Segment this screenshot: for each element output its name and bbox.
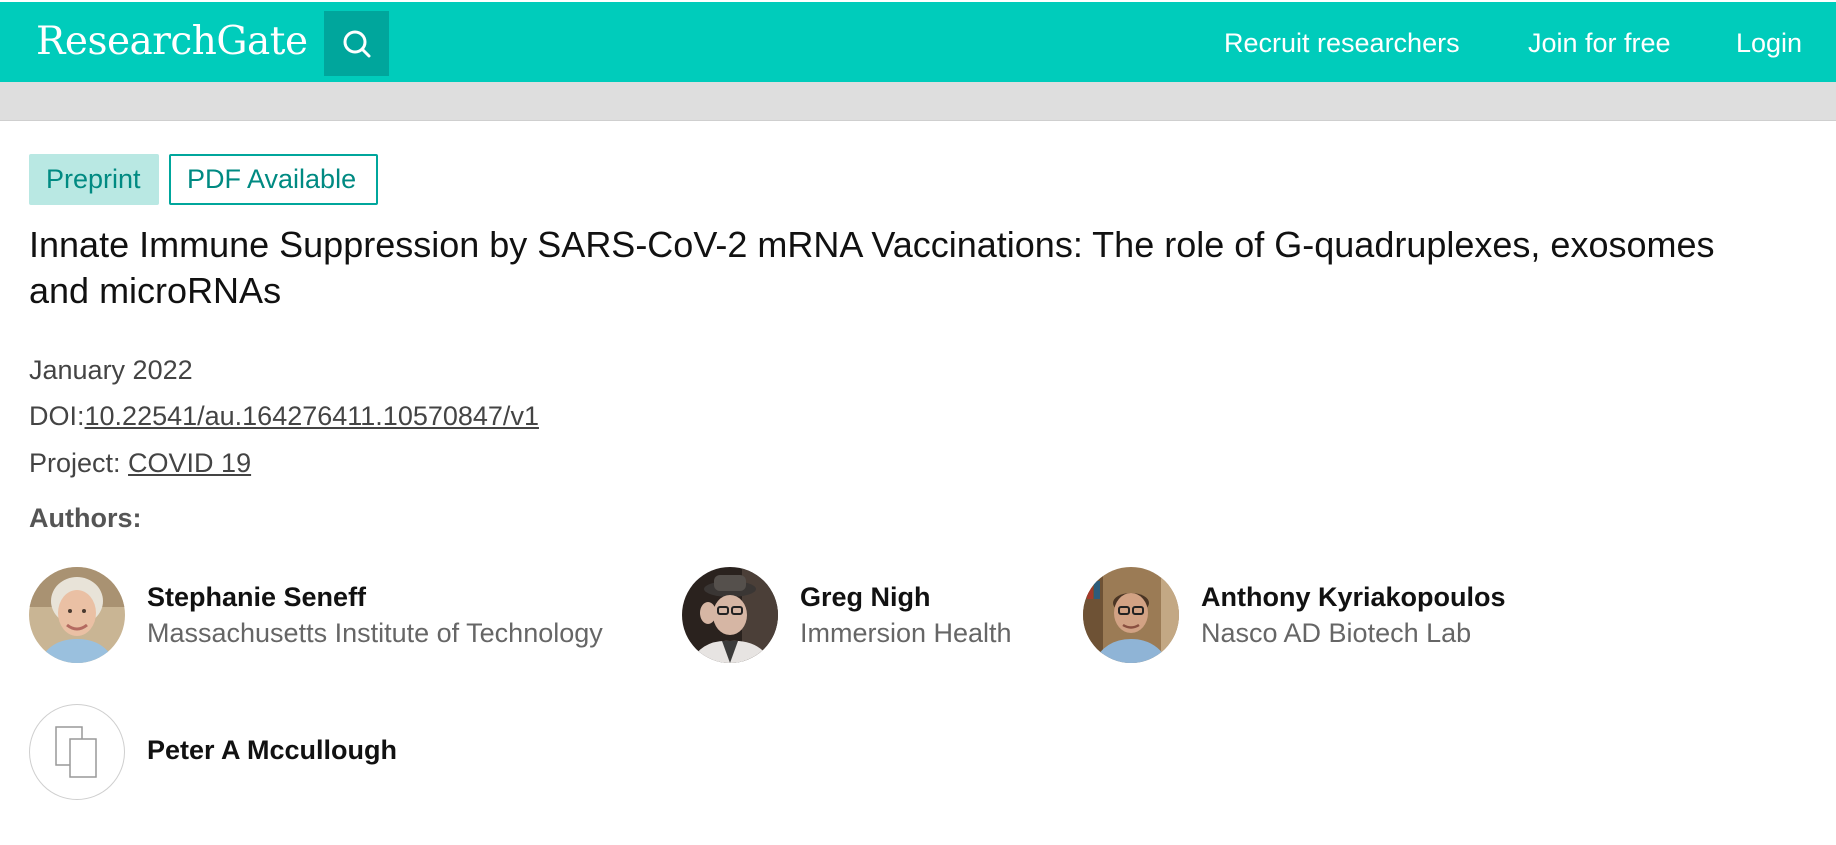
- publication-title: Innate Immune Suppression by SARS-CoV-2 …: [29, 224, 1715, 311]
- placeholder-icon: [55, 726, 97, 778]
- preprint-badge: Preprint: [29, 154, 159, 205]
- author-card[interactable]: Greg Nigh Immersion Health: [682, 567, 1042, 663]
- author-card[interactable]: Anthony Kyriakopoulos Nasco AD Biotech L…: [1083, 567, 1543, 663]
- secondary-bar: [0, 82, 1836, 121]
- researchgate-logo[interactable]: ResearchGate: [36, 18, 308, 66]
- authors-heading: Authors:: [29, 503, 142, 533]
- top-navigation-bar: ResearchGate Recruit researchers Join fo…: [0, 2, 1836, 82]
- author-institution[interactable]: Nasco AD Biotech Lab: [1201, 617, 1471, 649]
- avatar-placeholder[interactable]: [29, 704, 125, 800]
- avatar[interactable]: [682, 567, 778, 663]
- doi-label: DOI:: [29, 401, 85, 431]
- project-link[interactable]: COVID 19: [128, 448, 251, 478]
- author-card[interactable]: Peter A Mccullough: [29, 704, 449, 800]
- avatar[interactable]: [1083, 567, 1179, 663]
- author-institution[interactable]: Immersion Health: [800, 617, 1012, 649]
- project-row: Project: COVID 19: [29, 446, 251, 480]
- author-name[interactable]: Anthony Kyriakopoulos: [1201, 581, 1506, 613]
- avatar[interactable]: [29, 567, 125, 663]
- doi-row: DOI:10.22541/au.164276411.10570847/v1: [29, 399, 539, 433]
- author-name[interactable]: Peter A Mccullough: [147, 734, 397, 766]
- author-card[interactable]: Stephanie Seneff Massachusetts Institute…: [29, 567, 649, 663]
- search-button[interactable]: [324, 11, 389, 76]
- login-link[interactable]: Login: [1736, 26, 1802, 60]
- join-for-free-link[interactable]: Join for free: [1528, 26, 1671, 60]
- project-label: Project:: [29, 448, 129, 478]
- author-institution[interactable]: Massachusetts Institute of Technology: [147, 617, 603, 649]
- pdf-available-badge[interactable]: PDF Available: [169, 154, 378, 205]
- author-name[interactable]: Stephanie Seneff: [147, 581, 366, 613]
- recruit-researchers-link[interactable]: Recruit researchers: [1224, 26, 1460, 60]
- search-icon: [343, 30, 370, 57]
- doi-link[interactable]: 10.22541/au.164276411.10570847/v1: [85, 401, 539, 431]
- author-name[interactable]: Greg Nigh: [800, 581, 931, 613]
- publication-date: January 2022: [29, 355, 193, 385]
